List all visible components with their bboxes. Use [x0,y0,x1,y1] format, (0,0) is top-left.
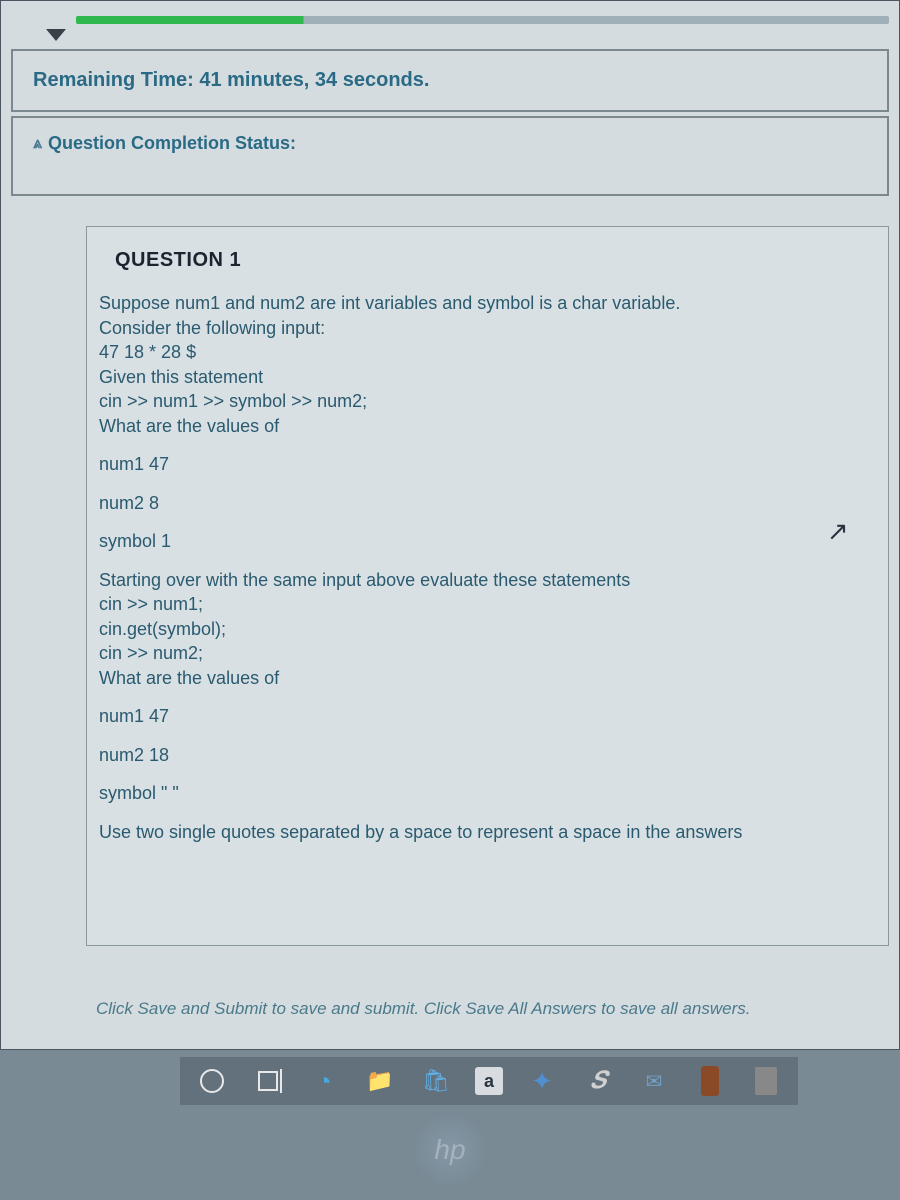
paint-icon[interactable]: 𝑺 [581,1064,615,1098]
save-instruction: Click Save and Submit to save and submit… [96,999,884,1019]
answer-value: num2 8 [99,492,888,515]
answer-value: num2 18 [99,744,888,767]
microsoft-store-icon[interactable]: 🛍 [419,1064,453,1098]
question-text: Suppose num1 and num2 are int variables … [99,292,888,315]
content-frame: Remaining Time: 41 minutes, 34 seconds. … [0,0,900,1050]
question-panel: QUESTION 1 Suppose num1 and num2 are int… [86,226,889,946]
mail-icon[interactable]: ✉ [637,1064,671,1098]
completion-status-panel: ⩓ Question Completion Status: [11,116,889,196]
question-text: cin >> num2; [99,642,888,665]
timer-panel: Remaining Time: 41 minutes, 34 seconds. [11,49,889,112]
question-text: cin >> num1; [99,593,888,616]
question-text: Given this statement [99,366,888,389]
task-view-icon[interactable] [251,1064,285,1098]
document-app-icon[interactable] [749,1064,783,1098]
chevron-down-icon: ⩓ [33,135,42,153]
taskbar: ◔ 📁 🛍 a ✦ 𝑺 ✉ [180,1057,798,1105]
progress-bar [76,16,889,24]
completion-status-toggle[interactable]: ⩓ Question Completion Status: [33,133,867,154]
question-title: QUESTION 1 [87,227,888,290]
phone-app-icon[interactable] [693,1064,727,1098]
question-text: cin >> num1 >> symbol >> num2; [99,390,888,413]
edge-browser-icon[interactable]: ◔ [307,1064,341,1098]
question-text: Starting over with the same input above … [99,569,888,592]
answer-value: num1 47 [99,453,888,476]
question-text: What are the values of [99,415,888,438]
cursor-icon: ↖ [827,516,849,547]
question-text: 47 18 * 28 $ [99,341,888,364]
hp-logo-icon: hp [415,1115,485,1185]
question-hint: Use two single quotes separated by a spa… [99,821,888,844]
cortana-icon[interactable] [195,1064,229,1098]
completion-status-label: Question Completion Status: [48,133,296,154]
remaining-time-label: Remaining Time: 41 minutes, 34 seconds. [33,69,867,92]
question-text: Consider the following input: [99,317,888,340]
question-body: Suppose num1 and num2 are int variables … [87,292,888,843]
question-text: cin.get(symbol); [99,618,888,641]
file-explorer-icon[interactable]: 📁 [363,1064,397,1098]
answer-value: num1 47 [99,705,888,728]
answer-value: symbol " " [99,782,888,805]
dropdown-arrow-icon[interactable] [46,29,66,41]
dropbox-icon[interactable]: ✦ [525,1064,559,1098]
question-text: What are the values of [99,667,888,690]
answer-value: symbol 1 [99,530,888,553]
app-a-icon[interactable]: a [475,1067,503,1095]
